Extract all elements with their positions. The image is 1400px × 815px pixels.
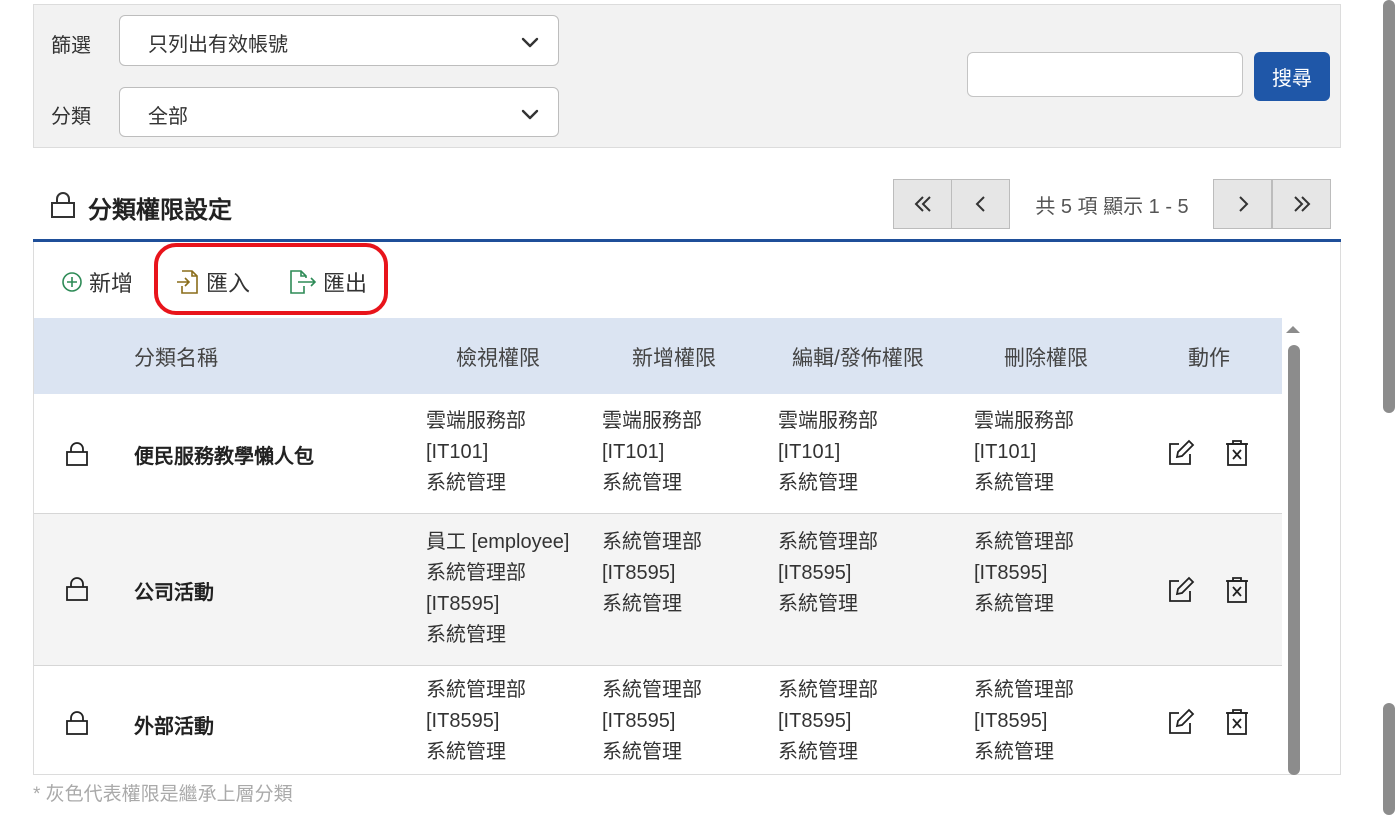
first-page-button[interactable]: [893, 179, 952, 229]
view-permission: 員工 [employee] 系統管理部 [IT8595] 系統管理: [426, 531, 570, 646]
pagination: 共 5 項 顯示 1 - 5: [893, 179, 1331, 229]
header-delete: 刪除權限: [1004, 347, 1088, 370]
footnote: * 灰色代表權限是繼承上層分類: [33, 784, 293, 805]
delete-permission: 系統管理部 [IT8595] 系統管理: [974, 679, 1074, 763]
trash-icon[interactable]: [1223, 708, 1251, 736]
pager-info: 共 5 項 顯示 1 - 5: [1035, 195, 1189, 218]
add-permission: 系統管理部 [IT8595] 系統管理: [602, 679, 702, 763]
table-row: 外部活動 系統管理部 [IT8595] 系統管理 系統管理部 [IT8595] 系統管理…: [34, 666, 1282, 774]
scroll-up-icon[interactable]: [1283, 322, 1303, 336]
table-row: 便民服務教學懶人包 雲端服務部 [IT101] 系統管理 雲端服務部 [IT101] 系…: [34, 394, 1282, 514]
page-scrollbar-thumb[interactable]: [1383, 0, 1395, 413]
header-add: 新增權限: [632, 347, 716, 370]
category-name[interactable]: 外部活動: [134, 710, 214, 739]
add-permission: 雲端服務部 [IT101] 系統管理: [602, 410, 702, 494]
header-edit: 編輯/發佈權限: [792, 347, 924, 370]
chevron-left-icon: [975, 196, 985, 212]
edit-permission: 系統管理部 [IT8595] 系統管理: [778, 531, 878, 615]
lock-icon: [51, 192, 75, 218]
category-label: 分類: [51, 106, 91, 128]
filter-select[interactable]: 只列出有效帳號: [119, 15, 559, 66]
add-button-label: 新增: [89, 271, 134, 296]
edit-icon[interactable]: [1167, 576, 1195, 604]
table-row: 公司活動 員工 [employee] 系統管理部 [IT8595] 系統管理 系統管理…: [34, 514, 1282, 666]
search-button[interactable]: 搜尋: [1254, 52, 1330, 101]
double-chevron-left-icon: [914, 196, 931, 212]
category-name[interactable]: 公司活動: [134, 576, 214, 605]
next-page-button[interactable]: [1213, 179, 1272, 229]
table-header: 分類名稱 檢視權限 新增權限 編輯/發佈權限 刪除權限 動作: [34, 318, 1282, 394]
edit-icon[interactable]: [1167, 708, 1195, 736]
search-input[interactable]: [967, 52, 1243, 97]
delete-permission: 雲端服務部 [IT101] 系統管理: [974, 410, 1074, 494]
category-name[interactable]: 便民服務教學懶人包: [134, 440, 314, 469]
header-category-name: 分類名稱: [134, 347, 218, 370]
trash-icon[interactable]: [1223, 439, 1251, 467]
page-title: 分類權限設定: [88, 197, 232, 224]
edit-permission: 雲端服務部 [IT101] 系統管理: [778, 410, 878, 494]
lock-icon: [66, 577, 88, 601]
chevron-down-icon: [521, 109, 539, 120]
permissions-table: 分類名稱 檢視權限 新增權限 編輯/發佈權限 刪除權限 動作 便民服務教學懶人包…: [34, 318, 1282, 774]
double-chevron-right-icon: [1293, 196, 1310, 212]
view-permission: 雲端服務部 [IT101] 系統管理: [426, 410, 526, 494]
filter-label: 篩選: [51, 35, 91, 57]
chevron-down-icon: [521, 37, 539, 48]
delete-permission: 系統管理部 [IT8595] 系統管理: [974, 531, 1074, 615]
filter-select-value: 只列出有效帳號: [148, 34, 288, 56]
table-scrollbar-thumb[interactable]: [1288, 345, 1300, 775]
category-select-value: 全部: [148, 106, 188, 128]
lock-icon: [66, 711, 88, 735]
last-page-button[interactable]: [1272, 179, 1331, 229]
highlight-annotation: [154, 243, 388, 315]
page-scrollbar-thumb-secondary[interactable]: [1383, 703, 1395, 815]
lock-icon: [66, 442, 88, 466]
plus-circle-icon: [62, 272, 82, 292]
add-permission: 系統管理部 [IT8595] 系統管理: [602, 531, 702, 615]
edit-icon[interactable]: [1167, 439, 1195, 467]
add-button[interactable]: 新增: [61, 266, 133, 298]
chevron-right-icon: [1238, 196, 1248, 212]
edit-permission: 系統管理部 [IT8595] 系統管理: [778, 679, 878, 763]
header-view: 檢視權限: [456, 347, 540, 370]
prev-page-button[interactable]: [951, 179, 1010, 229]
view-permission: 系統管理部 [IT8595] 系統管理: [426, 679, 526, 763]
header-actions: 動作: [1188, 347, 1230, 370]
trash-icon[interactable]: [1223, 576, 1251, 604]
category-select[interactable]: 全部: [119, 87, 559, 137]
